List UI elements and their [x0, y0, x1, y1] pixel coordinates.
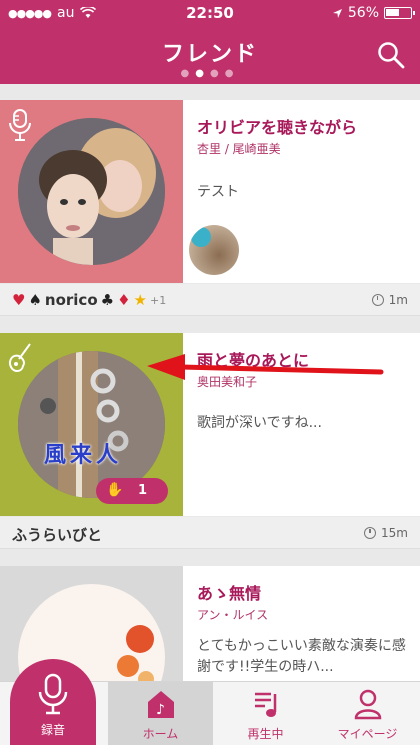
- home-icon: ♪: [148, 691, 174, 718]
- spade-icon: ♠: [28, 291, 42, 309]
- user-photo: [18, 351, 165, 498]
- tab-mypage[interactable]: マイページ: [315, 682, 420, 745]
- search-icon[interactable]: [376, 40, 406, 70]
- song-comment: とてもかっこいい素敵な演奏に感謝です!!学生の時ハ...: [197, 638, 406, 675]
- card-footer[interactable]: ふうらいびと 15m: [0, 517, 420, 549]
- footer-username[interactable]: ふうらいびと: [12, 524, 102, 545]
- hand-icon: ✋: [106, 482, 124, 498]
- record-button[interactable]: 録音: [10, 659, 96, 745]
- tab-playing[interactable]: 再生中: [213, 682, 318, 745]
- reaction-count: +1: [150, 293, 167, 307]
- page-indicator[interactable]: ●●●●: [0, 68, 420, 79]
- song-artwork: [0, 100, 183, 283]
- song-artist: アン・ルイス: [197, 608, 269, 622]
- listen-count-badge[interactable]: ✋ 1: [96, 478, 168, 504]
- clock-icon: [371, 294, 384, 306]
- user-photo: [18, 118, 165, 265]
- tab-home-label: ホーム: [142, 727, 179, 741]
- artwork-caption: 風来人: [44, 443, 123, 468]
- clock-icon: [364, 527, 377, 539]
- photo-illustration: [18, 351, 165, 498]
- record-label: 録音: [40, 723, 65, 737]
- song-title[interactable]: あゝ無情: [197, 580, 261, 604]
- star-icon: ★: [133, 291, 147, 309]
- time-ago: 15m: [381, 526, 408, 540]
- song-comment: 歌詞が深いですね...: [197, 415, 322, 431]
- song-artist: 杏里 / 尾崎亜美: [197, 142, 281, 156]
- user-icon: [354, 689, 382, 720]
- diamond-icon: ♦: [117, 291, 131, 309]
- time-ago: 1m: [388, 293, 408, 307]
- tab-mypage-label: マイページ: [337, 727, 398, 741]
- heart-icon: ♥: [12, 291, 26, 309]
- playlist-icon: [255, 692, 277, 717]
- feed-card[interactable]: オリビアを聴きながら 杏里 / 尾崎亜美 テスト: [0, 100, 420, 283]
- listen-count: 1: [138, 483, 148, 498]
- song-title[interactable]: オリビアを聴きながら: [197, 114, 357, 138]
- club-icon: ♣: [100, 291, 115, 309]
- annotation-arrow: [147, 354, 384, 380]
- song-comment: テスト: [197, 184, 239, 200]
- battery-percent: 56%: [347, 5, 379, 21]
- avatar[interactable]: [189, 225, 239, 275]
- svg-text:♪: ♪: [156, 702, 165, 718]
- app-header: ●●●●● au 22:50 56% フレンド ●●●●: [0, 0, 420, 84]
- photo-illustration: [18, 118, 165, 265]
- avatar-badge: [191, 227, 211, 247]
- reactions[interactable]: ♥ ♠ norico ♣ ♦ ★ +1: [12, 291, 166, 309]
- microphone-icon: [38, 673, 68, 715]
- battery-icon: [384, 7, 415, 19]
- microphone-icon: [9, 109, 31, 141]
- tab-playing-label: 再生中: [247, 727, 284, 741]
- footer-username[interactable]: norico: [45, 291, 98, 309]
- page-title: フレンド: [161, 42, 258, 67]
- status-bar: ●●●●● au 22:50 56%: [0, 0, 420, 26]
- tab-home[interactable]: ♪ ホーム: [108, 682, 213, 745]
- guitar-icon: [9, 343, 31, 372]
- location-icon: [332, 8, 342, 18]
- card-footer[interactable]: ♥ ♠ norico ♣ ♦ ★ +1 1m: [0, 284, 420, 316]
